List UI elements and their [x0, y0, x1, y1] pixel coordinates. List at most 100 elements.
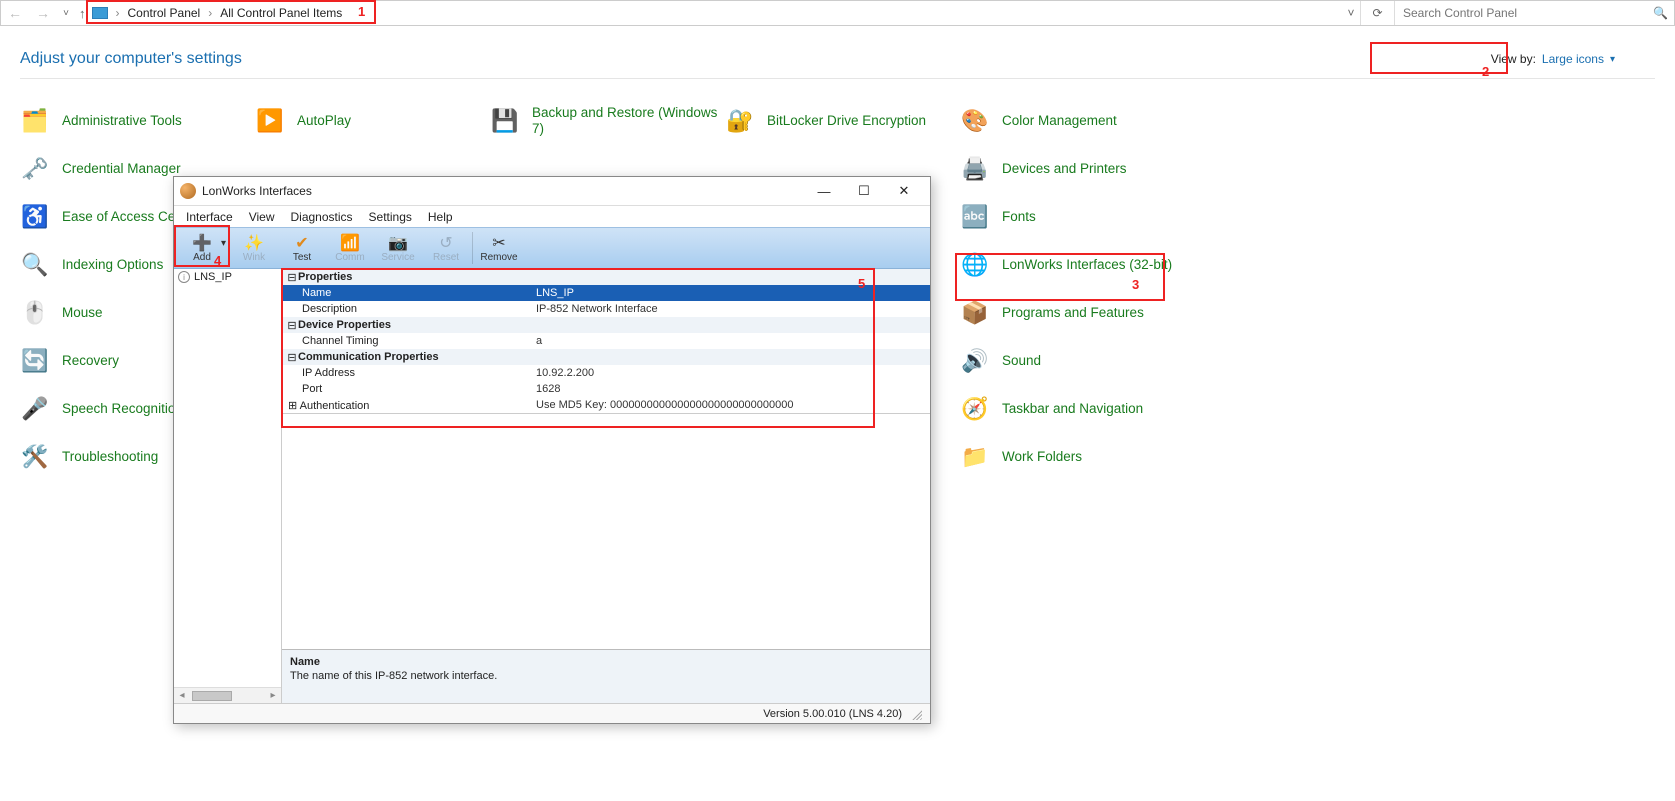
- property-value[interactable]: LNS_IP: [532, 287, 930, 299]
- property-key: Name: [282, 287, 532, 299]
- toolbar-wink-button: ✨Wink: [230, 228, 278, 268]
- property-row[interactable]: ⊞ AuthenticationUse MD5 Key: 00000000000…: [282, 397, 930, 413]
- scroll-right-button[interactable]: ▸: [265, 690, 281, 701]
- property-group-header[interactable]: ⊟Properties: [282, 269, 930, 285]
- scroll-left-button[interactable]: ◂: [174, 690, 190, 701]
- view-by-control[interactable]: View by: Large icons ▾: [1491, 52, 1655, 66]
- breadcrumb-seg-0[interactable]: Control Panel: [124, 6, 205, 20]
- cp-item[interactable]: 🔐 BitLocker Drive Encryption: [725, 97, 955, 145]
- cp-item-icon: 🧭: [960, 394, 990, 424]
- menu-item[interactable]: Settings: [361, 210, 420, 224]
- cp-item-icon: 🔐: [725, 106, 755, 136]
- cp-item[interactable]: 🔊Sound: [960, 337, 1190, 385]
- property-grid[interactable]: ⊟PropertiesNameLNS_IPDescriptionIP-852 N…: [282, 269, 930, 414]
- property-row[interactable]: IP Address10.92.2.200: [282, 365, 930, 381]
- cp-item[interactable]: 🌐LonWorks Interfaces (32-bit): [960, 241, 1190, 289]
- property-row[interactable]: DescriptionIP-852 Network Interface: [282, 301, 930, 317]
- collapse-icon[interactable]: ⊟: [286, 319, 298, 332]
- toolbar-test-button[interactable]: ✔Test: [278, 228, 326, 268]
- toolbar-add-button[interactable]: ➕Add: [174, 228, 230, 268]
- breadcrumb-sep: ›: [204, 6, 216, 20]
- expand-icon[interactable]: ⊞: [288, 400, 300, 412]
- property-value[interactable]: a: [532, 335, 930, 347]
- cp-item-label: Work Folders: [1002, 449, 1082, 465]
- breadcrumb-seg-1[interactable]: All Control Panel Items: [216, 6, 346, 20]
- lonworks-interfaces-dialog: LonWorks Interfaces — ☐ ✕ InterfaceViewD…: [173, 176, 931, 724]
- property-group-title: Communication Properties: [298, 351, 439, 363]
- collapse-icon[interactable]: ⊟: [286, 271, 298, 284]
- cp-item[interactable]: 🗂️Administrative Tools: [20, 97, 250, 145]
- cp-item[interactable]: 🧭Taskbar and Navigation: [960, 385, 1190, 433]
- cp-item-icon: 🔤: [960, 202, 990, 232]
- refresh-button[interactable]: ⟳: [1360, 1, 1394, 25]
- cp-item[interactable]: 🎨Color Management: [960, 97, 1190, 145]
- menu-item[interactable]: Help: [420, 210, 461, 224]
- view-by-label: View by:: [1491, 52, 1536, 66]
- menu-item[interactable]: Diagnostics: [283, 210, 361, 224]
- cp-item[interactable]: 🖨️Devices and Printers: [960, 145, 1190, 193]
- collapse-icon[interactable]: ⊟: [286, 351, 298, 364]
- dialog-titlebar[interactable]: LonWorks Interfaces — ☐ ✕: [174, 177, 930, 205]
- test-icon: ✔: [295, 234, 308, 252]
- app-icon: [180, 183, 196, 199]
- dialog-toolbar: ➕Add✨Wink✔Test📶Comm📷Service↺Reset✂Remove: [174, 227, 930, 269]
- cp-item-icon: 🎤: [20, 394, 50, 424]
- property-group-header[interactable]: ⊟Communication Properties: [282, 349, 930, 365]
- address-dropdown[interactable]: ˅: [1342, 6, 1360, 20]
- property-group-header[interactable]: ⊟Device Properties: [282, 317, 930, 333]
- nav-back-button[interactable]: ←: [1, 1, 29, 25]
- view-by-value[interactable]: Large icons: [1542, 52, 1604, 66]
- cp-item-label: Administrative Tools: [62, 113, 182, 129]
- nav-up-button[interactable]: ↑: [79, 6, 86, 21]
- scroll-thumb[interactable]: [192, 691, 232, 701]
- nav-recent-dropdown[interactable]: ˅: [57, 1, 75, 25]
- cp-item-icon: 🛠️: [20, 442, 50, 472]
- cp-item-icon: 🎨: [960, 106, 990, 136]
- address-bar[interactable]: ↑ › Control Panel › All Control Panel It…: [75, 1, 1342, 25]
- search-box[interactable]: 🔍: [1394, 1, 1674, 25]
- resize-grip[interactable]: [910, 708, 922, 720]
- toolbar-button-label: Comm: [335, 252, 364, 263]
- property-value[interactable]: 1628: [532, 383, 930, 395]
- cp-item-label: Credential Manager: [62, 161, 181, 177]
- search-icon[interactable]: 🔍: [1653, 6, 1668, 20]
- close-button[interactable]: ✕: [884, 179, 924, 203]
- annotation-label-2: 2: [1482, 64, 1489, 79]
- cp-item-label: BitLocker Drive Encryption: [767, 113, 926, 129]
- cp-item-icon: 🗝️: [20, 154, 50, 184]
- cp-item-label: Troubleshooting: [62, 449, 158, 465]
- menu-item[interactable]: View: [241, 210, 283, 224]
- chevron-down-icon: ▾: [1610, 54, 1615, 65]
- cp-item-icon: 🔍: [20, 250, 50, 280]
- cp-item-icon: 💾: [490, 106, 520, 136]
- maximize-button[interactable]: ☐: [844, 179, 884, 203]
- remove-icon: ✂: [492, 234, 505, 252]
- cp-item-label: Speech Recognition: [62, 401, 183, 417]
- property-description-title: Name: [290, 656, 922, 668]
- menu-item[interactable]: Interface: [178, 210, 241, 224]
- cp-item-label: Backup and Restore (Windows 7): [532, 105, 720, 136]
- cp-item-label: Sound: [1002, 353, 1041, 369]
- property-value[interactable]: 10.92.2.200: [532, 367, 930, 379]
- property-row[interactable]: NameLNS_IP: [282, 285, 930, 301]
- interface-list-item[interactable]: iLNS_IP: [174, 269, 281, 285]
- cp-item[interactable]: 📦Programs and Features: [960, 289, 1190, 337]
- property-row[interactable]: Port1628: [282, 381, 930, 397]
- cp-item[interactable]: 🔤Fonts: [960, 193, 1190, 241]
- cp-item[interactable]: ▶️AutoPlay: [255, 97, 485, 145]
- minimize-button[interactable]: —: [804, 179, 844, 203]
- toolbar-remove-button[interactable]: ✂Remove: [475, 228, 523, 268]
- nav-forward-button[interactable]: →: [29, 1, 57, 25]
- horizontal-scrollbar[interactable]: ◂ ▸: [174, 687, 281, 703]
- divider: [20, 78, 1655, 79]
- property-value[interactable]: IP-852 Network Interface: [532, 303, 930, 315]
- cp-item[interactable]: 📁Work Folders: [960, 433, 1190, 481]
- cp-item-icon: 📦: [960, 298, 990, 328]
- property-key: IP Address: [282, 367, 532, 379]
- property-value[interactable]: Use MD5 Key: 000000000000000000000000000…: [532, 399, 930, 411]
- cp-item[interactable]: 💾 Backup and Restore (Windows 7): [490, 97, 720, 145]
- search-input[interactable]: [1401, 5, 1653, 21]
- property-row[interactable]: Channel Timinga: [282, 333, 930, 349]
- annotation-label-3: 3: [1132, 277, 1139, 292]
- cp-item-label: Recovery: [62, 353, 119, 369]
